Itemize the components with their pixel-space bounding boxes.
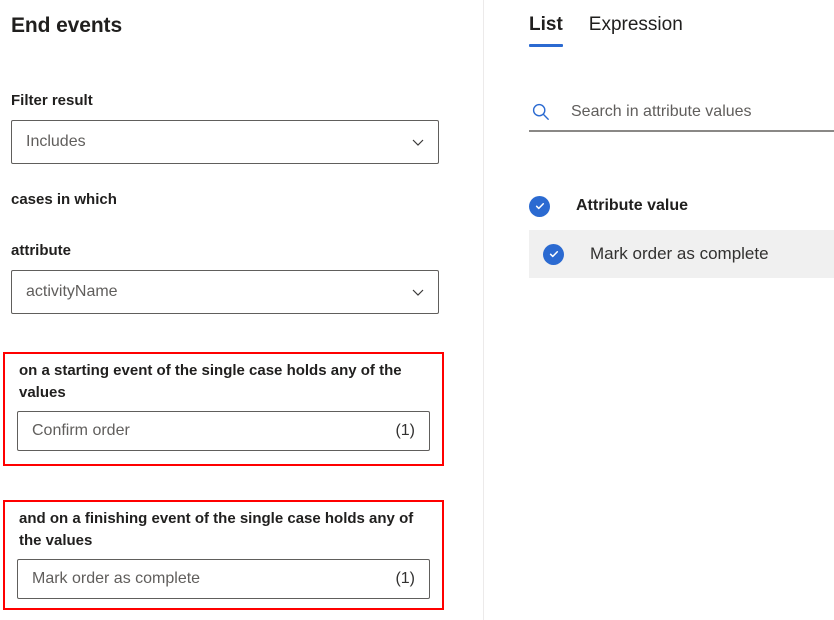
start-event-values-count: (1) <box>395 422 415 439</box>
end-event-values-text: Mark order as complete <box>32 570 201 587</box>
checkmark-icon <box>529 195 550 217</box>
attribute-label: attribute <box>11 242 71 259</box>
page-title: End events <box>11 14 123 37</box>
left-config-panel: End events Filter result Includes cases … <box>0 0 484 620</box>
filter-result-value: Includes <box>26 133 86 150</box>
end-event-condition-highlight: and on a finishing event of the single c… <box>3 500 444 610</box>
tab-list[interactable]: List <box>529 14 563 47</box>
filter-result-group: Filter result Includes <box>11 90 439 164</box>
tab-expression[interactable]: Expression <box>589 14 683 47</box>
connector-text: cases in which <box>11 191 117 208</box>
start-event-values-text: Confirm order <box>32 422 130 439</box>
list-item-checkbox[interactable] <box>543 243 564 265</box>
chevron-down-icon <box>410 134 426 150</box>
filter-result-label: Filter result <box>11 92 93 109</box>
tab-bar: List Expression <box>529 14 683 47</box>
attribute-group: attribute activityName <box>11 240 439 314</box>
end-event-values-count: (1) <box>395 570 415 587</box>
start-event-values-field[interactable]: Confirm order (1) <box>17 411 430 451</box>
search-bar <box>529 94 834 132</box>
list-item[interactable]: Mark order as complete <box>529 230 834 278</box>
end-event-values-field[interactable]: Mark order as complete (1) <box>17 559 430 599</box>
chevron-down-icon <box>410 284 426 300</box>
attribute-dropdown[interactable]: activityName <box>11 270 439 314</box>
attribute-value: activityName <box>26 283 118 300</box>
end-event-condition-label: and on a finishing event of the single c… <box>19 510 414 549</box>
start-event-condition-highlight: on a starting event of the single case h… <box>3 352 444 466</box>
start-event-condition-label: on a starting event of the single case h… <box>19 362 402 401</box>
right-values-panel: List Expression Search in attribute valu… <box>485 0 834 620</box>
select-all-checkbox[interactable] <box>529 195 550 217</box>
list-header-label: Attribute value <box>576 197 689 214</box>
filter-editor-screen: End events Filter result Includes cases … <box>0 0 834 620</box>
attribute-values-list: Attribute value Mark order as complete <box>485 182 834 278</box>
checkmark-icon <box>543 243 564 265</box>
search-input[interactable] <box>571 103 834 121</box>
list-header-row[interactable]: Attribute value <box>485 182 834 230</box>
search-icon <box>531 102 551 122</box>
list-item-label: Mark order as complete <box>590 244 769 263</box>
filter-result-dropdown[interactable]: Includes <box>11 120 439 164</box>
